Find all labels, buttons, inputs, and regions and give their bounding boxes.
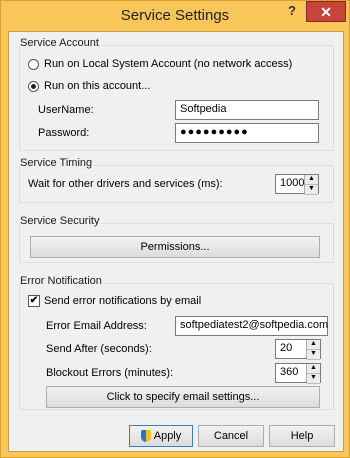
service-timing-group: Service Timing Wait for other drivers an… — [19, 157, 334, 203]
blockout-spinner[interactable]: ▲ ▼ — [306, 364, 320, 384]
this-account-radio[interactable] — [28, 81, 39, 92]
service-account-group: Service Account Run on Local System Acco… — [19, 37, 334, 151]
apply-button[interactable]: Apply — [129, 425, 193, 447]
apply-label: Apply — [153, 430, 182, 442]
username-field[interactable]: Softpedia — [175, 100, 319, 120]
blockout-label: Blockout Errors (minutes): — [46, 367, 174, 379]
password-label: Password: — [38, 127, 90, 139]
cancel-button[interactable]: Cancel — [198, 425, 264, 447]
wait-down-icon[interactable]: ▼ — [305, 185, 318, 195]
checkmark-icon: ✔ — [29, 295, 39, 306]
permissions-button[interactable]: Permissions... — [30, 236, 320, 258]
send-email-label: Send error notifications by email — [44, 295, 202, 307]
service-security-group: Service Security Permissions... — [19, 215, 334, 263]
send-after-up-icon[interactable]: ▲ — [307, 340, 320, 350]
email-address-label: Error Email Address: — [46, 320, 147, 332]
wait-label: Wait for other drivers and services (ms)… — [28, 178, 223, 190]
service-security-label: Service Security — [20, 215, 102, 227]
send-email-checkbox[interactable]: ✔ — [28, 295, 40, 307]
this-account-label: Run on this account... — [44, 80, 151, 92]
wait-value: 1000 — [280, 177, 305, 189]
send-after-field[interactable]: 20 ▲ ▼ — [275, 339, 321, 360]
password-field[interactable]: ●●●●●●●●● — [175, 123, 319, 143]
uac-shield-icon — [140, 430, 151, 443]
blockout-field[interactable]: 360 ▲ ▼ — [275, 363, 321, 384]
wait-field[interactable]: 1000 ▲ ▼ — [275, 174, 319, 195]
send-after-value: 20 — [280, 342, 293, 354]
username-label: UserName: — [38, 104, 94, 116]
dialog-body: Service Account Run on Local System Acco… — [8, 31, 344, 452]
blockout-up-icon[interactable]: ▲ — [307, 364, 320, 374]
error-notification-group: Error Notification ✔ Send error notifica… — [19, 275, 334, 410]
wait-up-icon[interactable]: ▲ — [305, 175, 318, 185]
blockout-value: 360 — [280, 366, 299, 378]
service-timing-label: Service Timing — [20, 157, 95, 169]
error-notification-label: Error Notification — [20, 275, 104, 287]
send-after-label: Send After (seconds): — [46, 343, 152, 355]
help-button[interactable]: Help — [269, 425, 335, 447]
service-account-label: Service Account — [20, 37, 101, 49]
blockout-down-icon[interactable]: ▼ — [307, 374, 320, 384]
local-system-label: Run on Local System Account (no network … — [44, 58, 293, 70]
title-bar[interactable]: Service Settings ? ✕ — [1, 1, 349, 31]
service-settings-window: Service Settings ? ✕ Service Account Run… — [0, 0, 350, 458]
email-settings-button[interactable]: Click to specify email settings... — [46, 386, 320, 408]
send-after-down-icon[interactable]: ▼ — [307, 350, 320, 360]
close-button[interactable]: ✕ — [306, 1, 346, 22]
wait-spinner[interactable]: ▲ ▼ — [304, 175, 318, 195]
help-title-button[interactable]: ? — [280, 1, 304, 22]
send-after-spinner[interactable]: ▲ ▼ — [306, 340, 320, 360]
local-system-radio[interactable] — [28, 59, 39, 70]
email-address-field[interactable]: softpediatest2@softpedia.com — [175, 316, 328, 336]
